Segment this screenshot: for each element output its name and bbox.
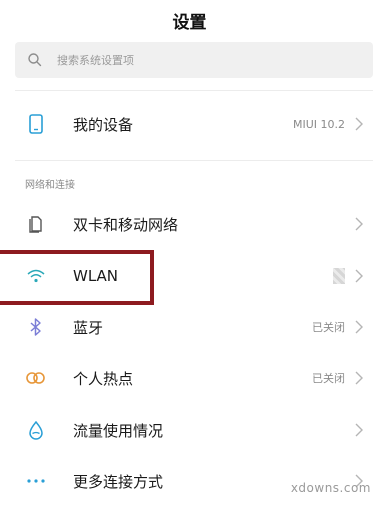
chevron-right-icon [354,320,364,334]
page-title: 设置 [172,12,207,33]
chevron-right-icon [354,217,364,231]
section-header-network: 网络和连接 [25,180,75,191]
my-device-row[interactable]: 我的设备 MIUI 10.2 [0,99,379,149]
hotspot-label: 个人热点 [73,369,134,388]
search-input[interactable] [55,52,373,68]
miui-version: MIUI 10.2 [292,117,345,131]
chevron-right-icon [354,269,364,283]
phone-icon [25,113,47,135]
search-bar[interactable] [15,42,373,78]
data-usage-icon [25,419,47,441]
search-icon [27,52,43,68]
hotspot-status: 已关闭 [312,372,345,385]
data-usage-row[interactable]: 流量使用情况 [0,405,379,455]
hotspot-row[interactable]: 个人热点 已关闭 [0,353,379,403]
dual-sim-label: 双卡和移动网络 [73,215,179,234]
title-bar: 设置 [0,0,379,40]
bluetooth-icon [25,316,47,338]
sim-card-icon [25,213,47,235]
wlan-highlight-box [0,250,154,305]
sidebar-item-dual-sim[interactable]: 双卡和移动网络 [0,199,379,249]
my-device-label: 我的设备 [73,115,134,134]
divider [15,90,373,91]
watermark: xdowns.com [290,481,371,495]
chevron-right-icon [354,117,364,131]
more-icon [25,470,47,492]
hotspot-icon [25,367,47,389]
divider [15,160,373,161]
chevron-right-icon [354,423,364,437]
bluetooth-status: 已关闭 [312,321,345,334]
more-connections-label: 更多连接方式 [73,472,164,491]
data-usage-label: 流量使用情况 [73,421,164,440]
bluetooth-row[interactable]: 蓝牙 已关闭 [0,302,379,352]
wlan-network-value [333,268,345,284]
bluetooth-label: 蓝牙 [73,318,104,337]
chevron-right-icon [354,371,364,385]
